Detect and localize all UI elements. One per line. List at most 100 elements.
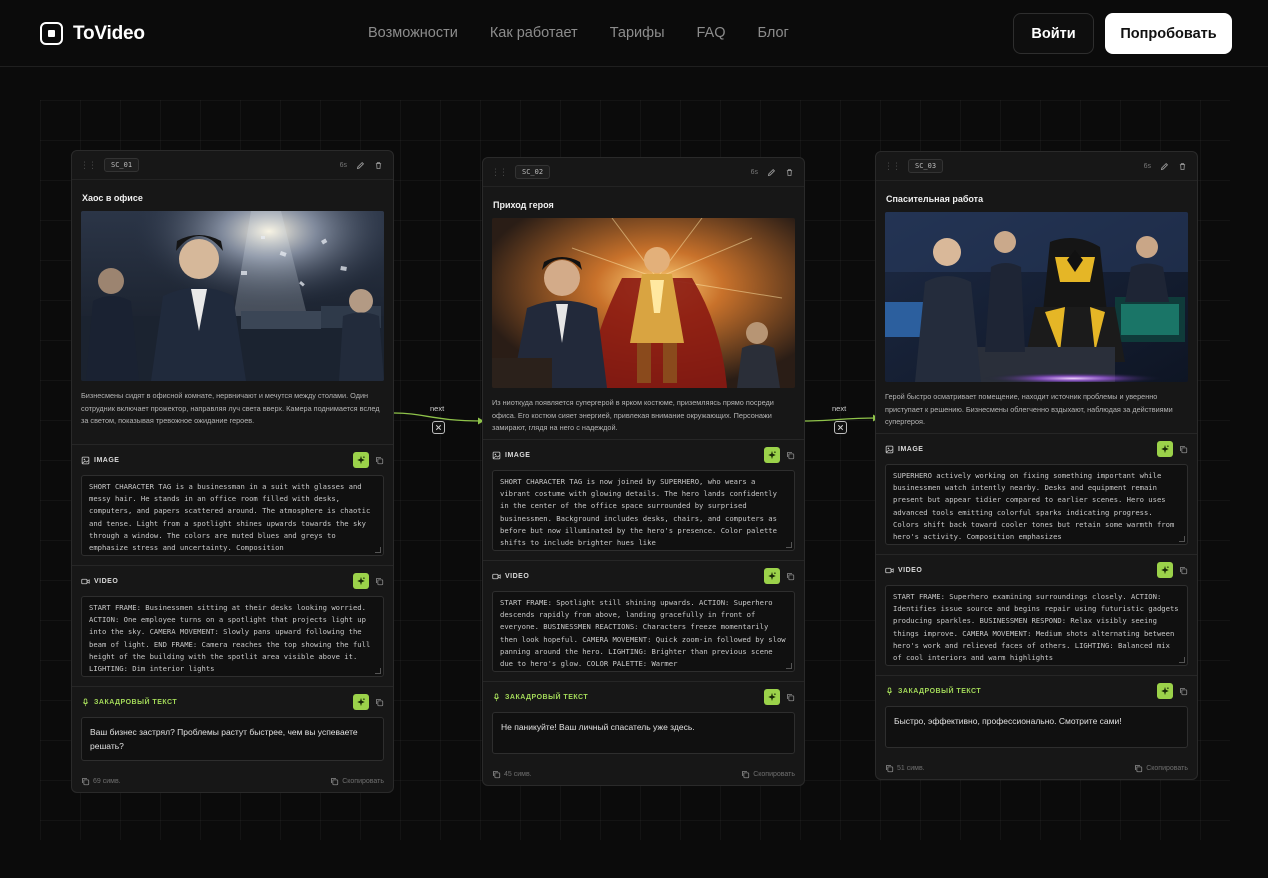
video-prompt-textarea[interactable]: START FRAME: Businessmen sitting at thei…: [81, 596, 384, 677]
card-toolbar: ⋮⋮ SC_03 6s: [876, 152, 1197, 181]
image-section-label: IMAGE: [898, 445, 924, 453]
nav-link-features[interactable]: Возможности: [368, 25, 458, 41]
copy-label: Скопировать: [1146, 764, 1188, 772]
voiceover-textarea[interactable]: Ваш бизнес застрял? Проблемы растут быст…: [81, 717, 384, 761]
sparkle-icon: [767, 450, 777, 460]
generate-button[interactable]: [1157, 562, 1173, 578]
char-count-icon: [81, 777, 90, 786]
copy-label: Скопировать: [342, 777, 384, 785]
generate-button[interactable]: [353, 573, 369, 589]
nav-link-faq[interactable]: FAQ: [697, 25, 726, 41]
edit-icon[interactable]: [767, 168, 776, 177]
scene-image[interactable]: [492, 218, 795, 388]
card-footer: 51 симв. Скопировать: [876, 757, 1197, 779]
video-icon: [885, 566, 894, 575]
copy-voiceover-button[interactable]: Скопировать: [330, 777, 384, 786]
generate-button[interactable]: [764, 568, 780, 584]
drag-handle-icon[interactable]: ⋮⋮: [80, 160, 97, 171]
image-prompt-textarea[interactable]: SUPERHERO actively working on fixing som…: [885, 464, 1188, 545]
video-prompt-textarea[interactable]: START FRAME: Superhero examining surroun…: [885, 585, 1188, 666]
char-count: 51 симв.: [897, 764, 925, 772]
connector-1-remove-icon[interactable]: [432, 421, 445, 434]
generate-button[interactable]: [1157, 683, 1173, 699]
try-button[interactable]: Попробовать: [1105, 13, 1232, 54]
microphone-icon: [492, 693, 501, 702]
connector-2-remove-icon[interactable]: [834, 421, 847, 434]
sparkle-icon: [356, 576, 366, 586]
voiceover-textarea[interactable]: Быстро, эффективно, профессионально. Смо…: [885, 706, 1188, 748]
copy-icon[interactable]: [786, 451, 795, 460]
copy-icon: [1134, 764, 1143, 773]
copy-icon[interactable]: [1179, 687, 1188, 696]
trash-icon[interactable]: [374, 161, 383, 170]
voiceover-section-label: ЗАКАДРОВЫЙ ТЕКСТ: [94, 698, 178, 706]
copy-icon[interactable]: [375, 698, 384, 707]
scene-card-1[interactable]: ⋮⋮ SC_01 6s Хаос в офисе Бизнесмены сидя…: [71, 150, 394, 793]
copy-voiceover-button[interactable]: Скопировать: [1134, 764, 1188, 773]
generate-button[interactable]: [353, 452, 369, 468]
copy-icon[interactable]: [786, 693, 795, 702]
image-icon: [81, 456, 90, 465]
image-prompt-section: IMAGE SUPERHERO actively working on fixi…: [876, 433, 1197, 545]
voiceover-section: ЗАКАДРОВЫЙ ТЕКСТ Не паникуйте! Ваш личны…: [483, 681, 804, 754]
logo-icon: [40, 22, 63, 45]
video-section-label: VIDEO: [94, 577, 119, 585]
generate-button[interactable]: [764, 689, 780, 705]
scene-title: Приход героя: [493, 200, 554, 210]
scene-tag: SC_01: [104, 158, 140, 172]
trash-icon[interactable]: [785, 168, 794, 177]
copy-voiceover-button[interactable]: Скопировать: [741, 770, 795, 779]
scene-duration: 6s: [1143, 162, 1151, 170]
card-footer: 45 симв. Скопировать: [483, 763, 804, 785]
video-section-label: VIDEO: [505, 572, 530, 580]
generate-button[interactable]: [1157, 441, 1173, 457]
video-prompt-section: VIDEO START FRAME: Businessmen sitting a…: [72, 565, 393, 677]
video-section-label: VIDEO: [898, 566, 923, 574]
voiceover-textarea[interactable]: Не паникуйте! Ваш личный спасатель уже з…: [492, 712, 795, 754]
site-header: ToVideo Возможности Как работает Тарифы …: [0, 0, 1268, 67]
scene-card-2[interactable]: ⋮⋮ SC_02 6s Приход героя Из ниоткуда поя…: [482, 157, 805, 786]
char-count-icon: [492, 770, 501, 779]
edit-icon[interactable]: [1160, 162, 1169, 171]
scene-card-3[interactable]: ⋮⋮ SC_03 6s Спасительная работа Герой бы…: [875, 151, 1198, 780]
scene-image[interactable]: [885, 212, 1188, 382]
sparkle-icon: [1160, 565, 1170, 575]
image-prompt-textarea[interactable]: SHORT CHARACTER TAG is now joined by SUP…: [492, 470, 795, 551]
copy-icon[interactable]: [375, 577, 384, 586]
card-toolbar: ⋮⋮ SC_02 6s: [483, 158, 804, 187]
video-prompt-textarea[interactable]: START FRAME: Spotlight still shining upw…: [492, 591, 795, 672]
edit-icon[interactable]: [356, 161, 365, 170]
copy-label: Скопировать: [753, 770, 795, 778]
trash-icon[interactable]: [1178, 162, 1187, 171]
logo[interactable]: ToVideo: [40, 22, 145, 45]
copy-icon[interactable]: [375, 456, 384, 465]
connector-2-label: next: [832, 404, 847, 413]
drag-handle-icon[interactable]: ⋮⋮: [884, 161, 901, 172]
nav-link-how-it-works[interactable]: Как работает: [490, 25, 578, 41]
scene-description: Герой быстро осматривает помещение, нахо…: [885, 392, 1173, 427]
scene-title: Хаос в офисе: [82, 193, 143, 203]
nav-link-pricing[interactable]: Тарифы: [610, 25, 665, 41]
scene-tag: SC_03: [908, 159, 944, 173]
logo-text: ToVideo: [73, 22, 145, 44]
copy-icon[interactable]: [786, 572, 795, 581]
voiceover-section: ЗАКАДРОВЫЙ ТЕКСТ Ваш бизнес застрял? Про…: [72, 686, 393, 761]
sparkle-icon: [767, 692, 777, 702]
sparkle-icon: [1160, 686, 1170, 696]
card-toolbar: ⋮⋮ SC_01 6s: [72, 151, 393, 180]
login-button[interactable]: Войти: [1013, 13, 1094, 54]
video-prompt-section: VIDEO START FRAME: Spotlight still shini…: [483, 560, 804, 672]
nav-link-blog[interactable]: Блог: [758, 25, 789, 41]
image-prompt-textarea[interactable]: SHORT CHARACTER TAG is a businessman in …: [81, 475, 384, 556]
scene-image[interactable]: [81, 211, 384, 381]
drag-handle-icon[interactable]: ⋮⋮: [491, 167, 508, 178]
scene-duration: 6s: [750, 168, 758, 176]
generate-button[interactable]: [353, 694, 369, 710]
copy-icon[interactable]: [1179, 445, 1188, 454]
scene-title: Спасительная работа: [886, 194, 984, 204]
generate-button[interactable]: [764, 447, 780, 463]
video-prompt-section: VIDEO START FRAME: Superhero examining s…: [876, 554, 1197, 666]
scene-duration: 6s: [339, 161, 347, 169]
copy-icon[interactable]: [1179, 566, 1188, 575]
scene-description: Бизнесмены сидят в офисной комнате, нерв…: [81, 391, 380, 426]
